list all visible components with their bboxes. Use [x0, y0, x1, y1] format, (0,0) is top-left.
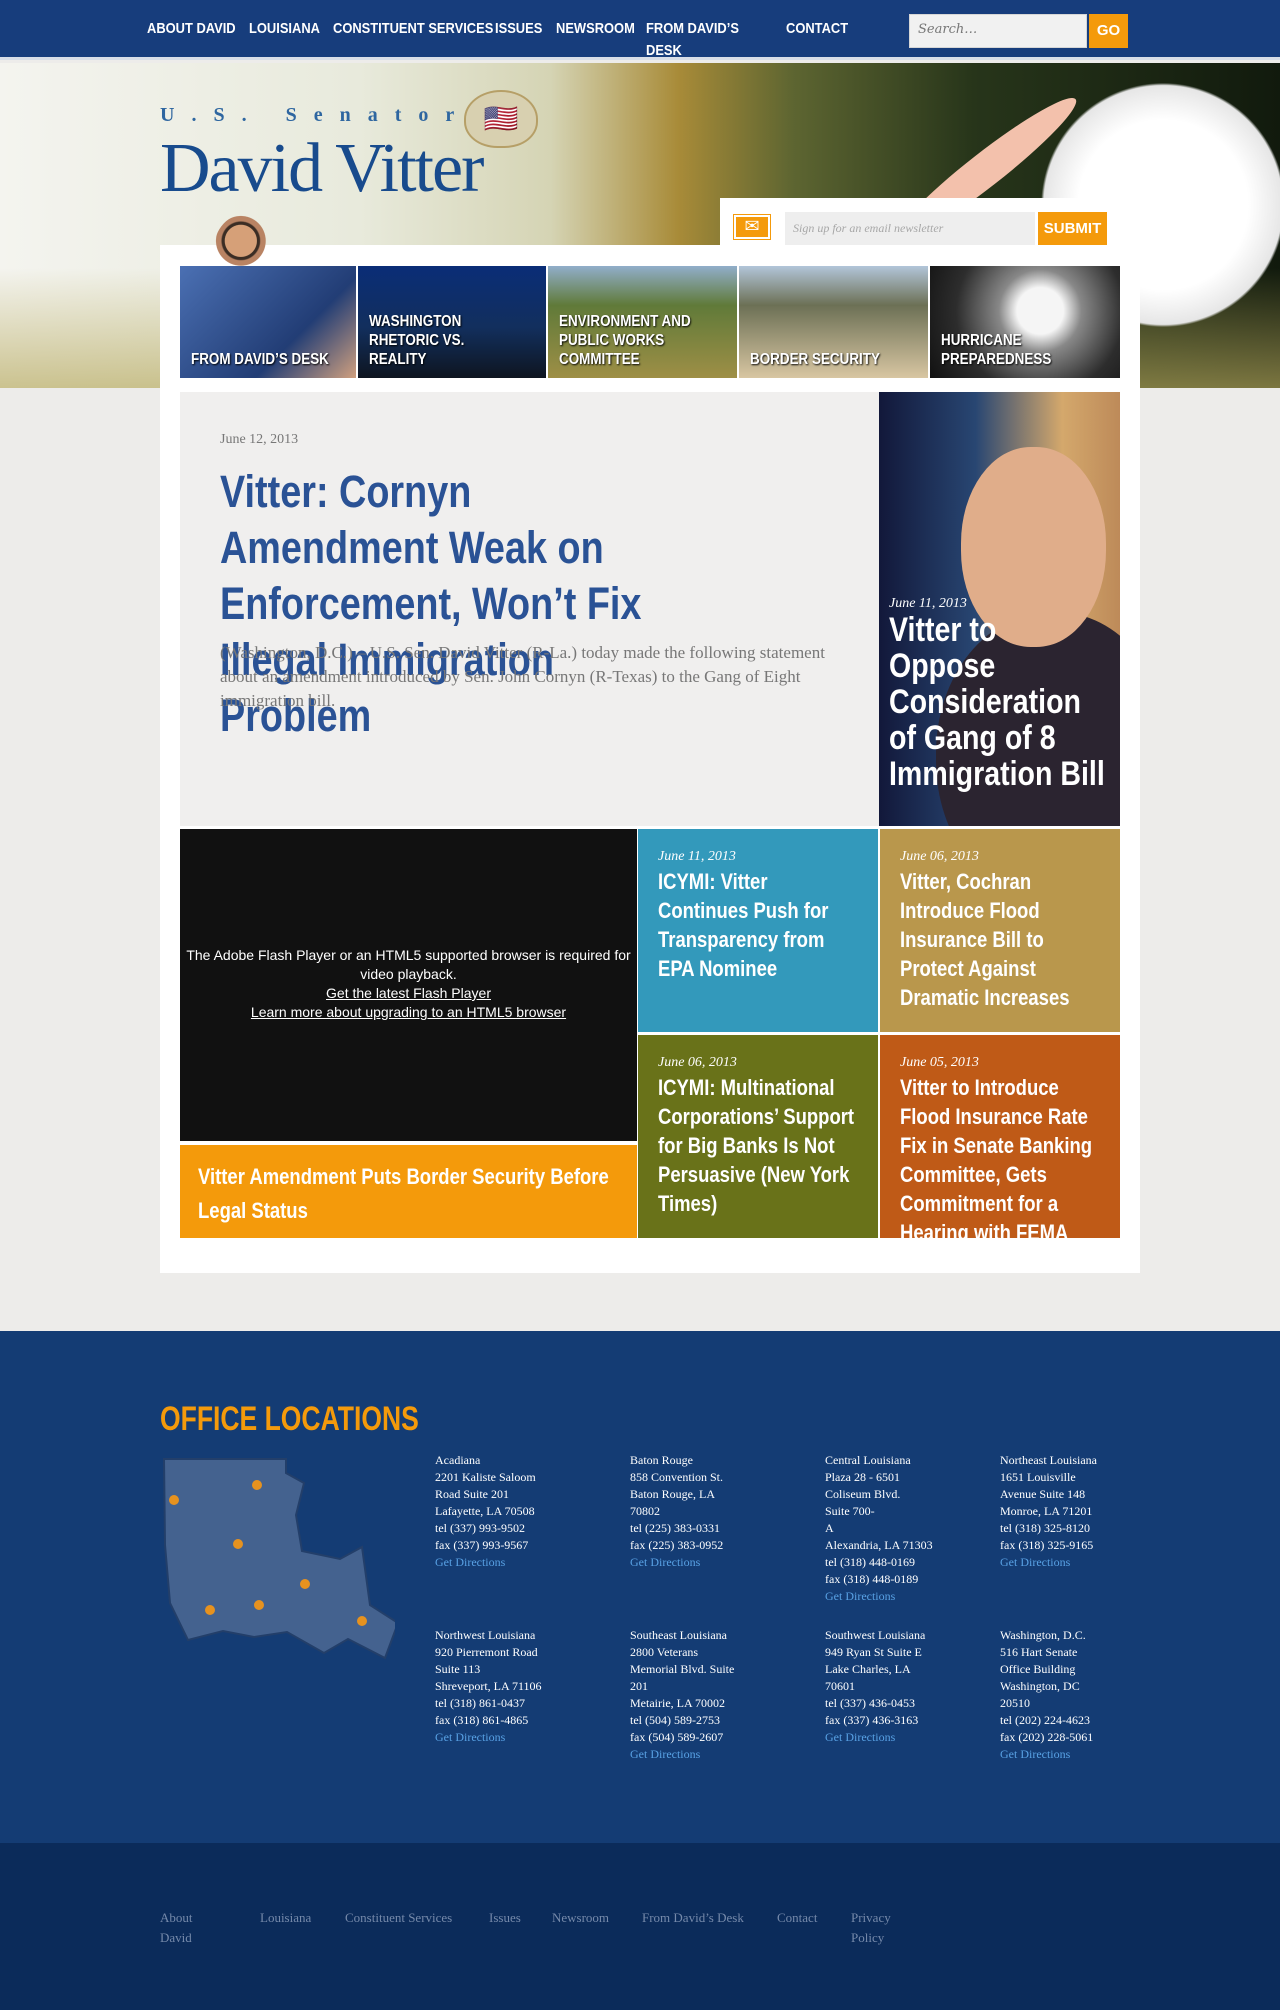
office-text: Northeast Louisiana 1651 Louisville Aven… — [1000, 1453, 1097, 1552]
thumb-hurricane-preparedness[interactable]: Hurricane Preparedness — [930, 266, 1120, 378]
thumb-from-davids-desk[interactable]: From David’s Desk — [180, 266, 356, 378]
photo-story-text: June 11, 2013 Vitter to Oppose Considera… — [889, 596, 1109, 792]
footer-link-privacy-policy[interactable]: Privacy Policy — [851, 1908, 891, 1948]
thumb-label: Border Security — [750, 351, 880, 368]
office-text: Southwest Louisiana 949 Ryan St Suite E … — [825, 1628, 926, 1727]
footer-link-contact[interactable]: Contact — [777, 1908, 817, 1928]
news-tile-headline[interactable]: ICYMI: Vitter Continues Push for Transpa… — [658, 867, 860, 983]
thumb-washington-rhetoric[interactable]: Washington Rhetoric vs. Reality — [358, 266, 546, 378]
office-central-louisiana: Central Louisiana Plaza 28 - 6501 Colise… — [825, 1452, 933, 1605]
news-tile[interactable]: June 06, 2013 ICYMI: Multinational Corpor… — [638, 1035, 878, 1238]
senator-title: U.S. Senator — [160, 104, 472, 126]
directions-link[interactable]: Get Directions — [435, 1730, 505, 1744]
video-caption-tile[interactable]: Vitter Amendment Puts Border Security Be… — [180, 1145, 637, 1238]
nav-louisiana[interactable]: Louisiana — [249, 18, 320, 40]
thumb-label: Hurricane Preparedness — [941, 332, 1052, 368]
footer-link-issues[interactable]: Issues — [489, 1908, 521, 1928]
newsletter-submit-button[interactable]: SUBMIT — [1038, 212, 1107, 246]
directions-link[interactable]: Get Directions — [630, 1747, 700, 1761]
office-text: Southeast Louisiana 2800 Veterans Memori… — [630, 1628, 735, 1744]
news-tile-headline[interactable]: ICYMI: Multinational Corporations’ Suppo… — [658, 1073, 860, 1218]
office-washington-dc: Washington, D.C. 516 Hart Senate Office … — [1000, 1627, 1093, 1763]
seal-icon: 🇺🇸 — [464, 90, 538, 148]
news-tile-headline[interactable]: Vitter to Introduce Flood Insurance Rate… — [900, 1073, 1102, 1238]
nav-constituent-services[interactable]: Constituent Services — [333, 18, 493, 40]
directions-link[interactable]: Get Directions — [630, 1555, 700, 1569]
thumb-environment-committee[interactable]: Environment and Public Works Committee — [548, 266, 737, 378]
office-locations-heading: OFFICE LOCATIONS — [160, 1400, 419, 1438]
footer-link-from-davids-desk[interactable]: From David’s Desk — [642, 1908, 744, 1928]
thumb-label: Washington Rhetoric vs. Reality — [369, 313, 465, 368]
video-player[interactable]: The Adobe Flash Player or an HTML5 suppo… — [180, 829, 637, 1141]
office-southeast-louisiana: Southeast Louisiana 2800 Veterans Memori… — [630, 1627, 734, 1763]
news-tile[interactable]: June 05, 2013 Vitter to Introduce Flood I… — [880, 1035, 1120, 1238]
top-navigation: About David Louisiana Constituent Servic… — [0, 0, 1280, 60]
nav-newsroom[interactable]: Newsroom — [556, 18, 635, 40]
office-northeast-louisiana: Northeast Louisiana 1651 Louisville Aven… — [1000, 1452, 1097, 1571]
video-message: The Adobe Flash Player or an HTML5 suppo… — [186, 947, 631, 982]
search-go-button[interactable]: GO — [1089, 14, 1128, 48]
thumb-border-security[interactable]: Border Security — [739, 266, 928, 378]
directions-link[interactable]: Get Directions — [825, 1589, 895, 1603]
directions-link[interactable]: Get Directions — [1000, 1555, 1070, 1569]
office-southwest-louisiana: Southwest Louisiana 949 Ryan St Suite E … — [825, 1627, 925, 1746]
news-tile-date: June 06, 2013 — [900, 849, 979, 864]
nav-contact[interactable]: Contact — [786, 18, 848, 40]
footer-link-about-david[interactable]: About David — [160, 1908, 193, 1948]
news-tile-date: June 11, 2013 — [658, 849, 736, 864]
office-text: Washington, D.C. 516 Hart Senate Office … — [1000, 1628, 1094, 1744]
featured-date: June 12, 2013 — [220, 432, 299, 447]
mail-icon: ✉ — [733, 214, 771, 240]
flash-player-link[interactable]: Get the latest Flash Player — [326, 985, 491, 1001]
photo-story-headline[interactable]: Vitter to Oppose Consideration of Gang o… — [889, 612, 1107, 792]
news-tile[interactable]: June 06, 2013 Vitter, Cochran Introduce F… — [880, 829, 1120, 1032]
photo-story-date: June 11, 2013 — [889, 596, 967, 611]
directions-link[interactable]: Get Directions — [435, 1555, 505, 1569]
news-tile[interactable]: June 11, 2013 ICYMI: Vitter Continues Pus… — [638, 829, 878, 1032]
nav-from-davids-desk[interactable]: From David’s Desk — [646, 18, 745, 62]
nav-issues[interactable]: Issues — [495, 18, 542, 40]
footer-link-newsroom[interactable]: Newsroom — [552, 1908, 609, 1928]
news-tile-headline[interactable]: Vitter, Cochran Introduce Flood Insuranc… — [900, 867, 1102, 1012]
directions-link[interactable]: Get Directions — [1000, 1747, 1070, 1761]
news-tile-date: June 05, 2013 — [900, 1055, 979, 1070]
office-acadiana: Acadiana 2201 Kaliste Saloom Road Suite … — [435, 1452, 536, 1571]
louisiana-map — [162, 1458, 395, 1660]
directions-link[interactable]: Get Directions — [825, 1730, 895, 1744]
footer-link-constituent-services[interactable]: Constituent Services — [345, 1908, 452, 1928]
video-caption: Vitter Amendment Puts Border Security Be… — [198, 1164, 609, 1223]
office-northwest-louisiana: Northwest Louisiana 920 Pierremont Road … — [435, 1627, 542, 1746]
office-text: Baton Rouge 858 Convention St. Baton Rou… — [630, 1453, 724, 1552]
photo-story[interactable]: June 11, 2013 Vitter to Oppose Considera… — [879, 392, 1120, 826]
thumb-label: From David’s Desk — [191, 351, 329, 368]
thumb-label: Environment and Public Works Committee — [559, 313, 691, 368]
newsletter-email-input[interactable]: Sign up for an email newsletter — [785, 212, 1035, 246]
office-baton-rouge: Baton Rouge 858 Convention St. Baton Rou… — [630, 1452, 723, 1571]
office-text: Central Louisiana Plaza 28 - 6501 Colise… — [825, 1453, 933, 1586]
news-tile-date: June 06, 2013 — [658, 1055, 737, 1070]
featured-story[interactable]: June 12, 2013 Vitter: Cornyn Amendment W… — [180, 392, 879, 826]
site-logo[interactable]: David Vitter — [160, 134, 484, 204]
footer-link-louisiana[interactable]: Louisiana — [260, 1908, 311, 1928]
nav-about-david[interactable]: About David — [147, 18, 236, 40]
office-text: Northwest Louisiana 920 Pierremont Road … — [435, 1628, 542, 1727]
html5-browser-link[interactable]: Learn more about upgrading to an HTML5 b… — [251, 1004, 566, 1020]
featured-summary: (Washington, D.C.) – U.S. Sen. David Vit… — [220, 643, 825, 710]
office-text: Acadiana 2201 Kaliste Saloom Road Suite … — [435, 1453, 536, 1552]
search-input[interactable]: Search… — [909, 14, 1087, 48]
